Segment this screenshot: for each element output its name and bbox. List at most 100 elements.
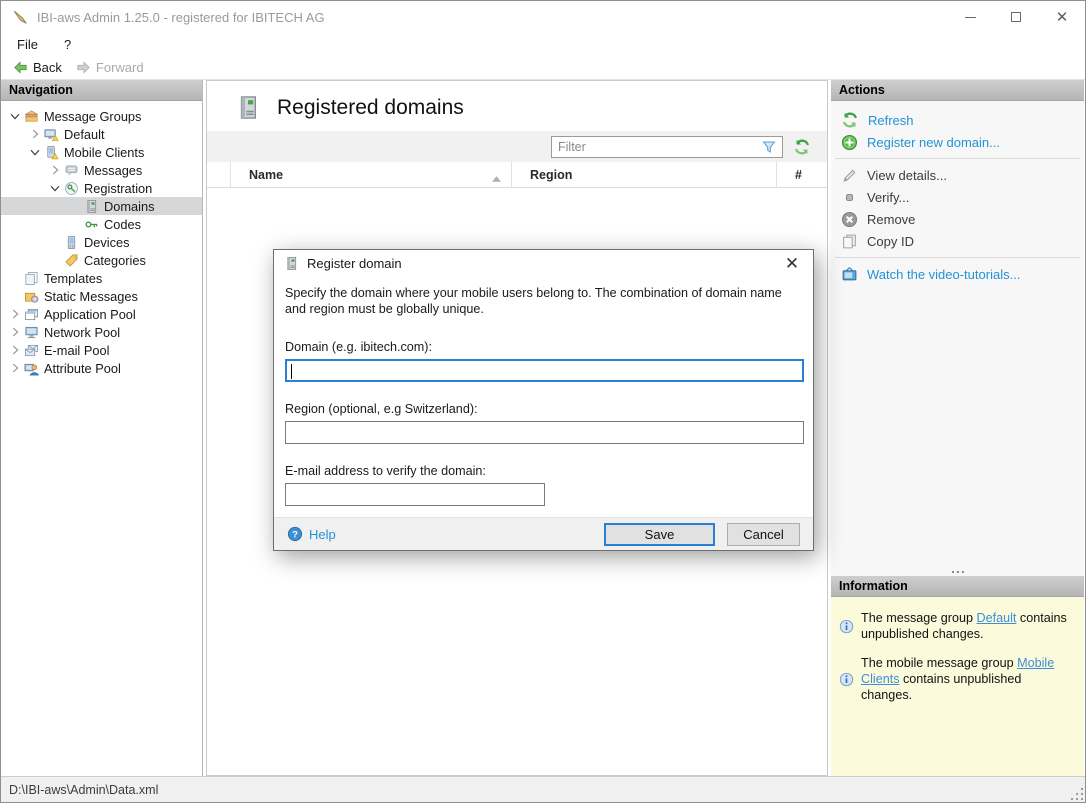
maximize-button[interactable]	[993, 1, 1039, 33]
nav-item-label: Templates	[44, 271, 102, 286]
help-link[interactable]: ? Help	[287, 526, 592, 542]
network-pool-icon	[23, 324, 40, 340]
panel-splitter[interactable]	[831, 568, 1084, 576]
action-watch-the-video-tutorials[interactable]: Watch the video-tutorials...	[831, 263, 1084, 285]
close-button[interactable]: ✕	[1039, 1, 1085, 33]
title-bar[interactable]: IBI-aws Admin 1.25.0 - registered for IB…	[1, 1, 1085, 33]
email-pool-icon	[23, 342, 40, 358]
nav-item-default[interactable]: Default	[1, 125, 202, 143]
action-copy-id[interactable]: Copy ID	[831, 230, 1084, 252]
column-header-name[interactable]: Name	[231, 162, 512, 187]
nav-item-mobile-clients[interactable]: Mobile Clients	[1, 143, 202, 161]
email-field	[285, 483, 545, 506]
menu-file[interactable]: File	[17, 37, 38, 52]
resize-grip[interactable]	[1070, 787, 1083, 800]
tree-expander-spacer	[47, 234, 63, 250]
maximize-icon	[1011, 12, 1021, 22]
nav-item-label: Static Messages	[44, 289, 138, 304]
dialog-title: Register domain	[307, 256, 773, 271]
menu-bar: File ?	[1, 33, 1085, 56]
tree-expander-spacer	[7, 270, 23, 286]
attribute-pool-icon	[23, 360, 40, 376]
tree-expander-expanded-icon[interactable]	[7, 108, 23, 124]
registered-domains-icon	[235, 94, 261, 121]
filter-input[interactable]	[552, 140, 761, 154]
info-link-default[interactable]: Default	[977, 611, 1017, 625]
nav-item-message-groups[interactable]: Message Groups	[1, 107, 202, 125]
forward-button[interactable]: Forward	[72, 58, 148, 77]
svg-text:?: ?	[292, 529, 298, 540]
forward-icon	[76, 60, 91, 75]
nav-item-messages[interactable]: Messages	[1, 161, 202, 179]
text-caret	[291, 364, 292, 379]
info-icon	[839, 656, 854, 703]
nav-item-categories[interactable]: Categories	[1, 251, 202, 269]
tree-expander-collapsed-icon[interactable]	[7, 306, 23, 322]
info-item: The message group Default contains unpub…	[831, 597, 1084, 642]
menu-help[interactable]: ?	[64, 37, 71, 52]
info-text: The mobile message group Mobile Clients …	[861, 655, 1074, 703]
message-groups-icon	[23, 108, 40, 124]
action-remove[interactable]: Remove	[831, 208, 1084, 230]
close-icon: ✕	[1056, 8, 1069, 26]
minimize-button[interactable]	[947, 1, 993, 33]
action-label: Verify...	[867, 190, 909, 205]
information-list: The message group Default contains unpub…	[831, 597, 1084, 704]
help-icon: ?	[287, 526, 303, 542]
column-label: #	[795, 168, 802, 182]
filter-bar	[207, 131, 827, 162]
dialog-title-bar[interactable]: Register domain ✕	[274, 250, 813, 277]
domains-icon	[83, 198, 100, 214]
nav-item-registration[interactable]: Registration	[1, 179, 202, 197]
nav-item-application-pool[interactable]: Application Pool	[1, 305, 202, 323]
nav-item-e-mail-pool[interactable]: E-mail Pool	[1, 341, 202, 359]
tv-icon	[841, 266, 858, 283]
column-header-count[interactable]: #	[777, 162, 827, 187]
page-title: Registered domains	[277, 96, 464, 120]
save-button[interactable]: Save	[604, 523, 715, 546]
nav-item-codes[interactable]: Codes	[1, 215, 202, 233]
nav-item-network-pool[interactable]: Network Pool	[1, 323, 202, 341]
action-label: Watch the video-tutorials...	[867, 267, 1020, 282]
email-field-label: E-mail address to verify the domain:	[285, 464, 802, 478]
filter-icon[interactable]	[761, 139, 777, 155]
tree-expander-collapsed-icon[interactable]	[47, 162, 63, 178]
action-view-details[interactable]: View details...	[831, 164, 1084, 186]
email-input[interactable]	[286, 484, 544, 505]
back-icon	[13, 60, 28, 75]
tree-expander-collapsed-icon[interactable]	[7, 324, 23, 340]
registration-icon	[63, 180, 80, 196]
action-refresh[interactable]: Refresh	[831, 109, 1084, 131]
region-field	[285, 421, 804, 444]
cancel-button[interactable]: Cancel	[727, 523, 800, 546]
column-header-region[interactable]: Region	[512, 162, 777, 187]
dialog-title-icon	[284, 256, 299, 271]
status-path: D:\IBI-aws\Admin\Data.xml	[9, 783, 158, 797]
region-input[interactable]	[286, 422, 803, 443]
domain-field-label: Domain (e.g. ibitech.com):	[285, 340, 802, 354]
tree-expander-spacer	[7, 288, 23, 304]
nav-item-domains[interactable]: Domains	[1, 197, 202, 215]
domain-input[interactable]	[287, 361, 802, 380]
tree-expander-collapsed-icon[interactable]	[7, 360, 23, 376]
nav-item-templates[interactable]: Templates	[1, 269, 202, 287]
row-selector-column	[207, 162, 231, 187]
back-button[interactable]: Back	[9, 58, 66, 77]
nav-item-devices[interactable]: Devices	[1, 233, 202, 251]
refresh-icon[interactable]	[793, 138, 811, 156]
nav-item-static-messages[interactable]: Static Messages	[1, 287, 202, 305]
refresh-icon	[841, 111, 859, 129]
toolbar: Back Forward	[1, 56, 1085, 80]
action-verify[interactable]: Verify...	[831, 186, 1084, 208]
dialog-close-icon[interactable]: ✕	[781, 254, 803, 274]
computer-warning-icon	[43, 126, 60, 142]
information-header: Information	[831, 576, 1084, 597]
tree-expander-expanded-icon[interactable]	[27, 144, 43, 160]
tree-expander-collapsed-icon[interactable]	[27, 126, 43, 142]
tree-expander-expanded-icon[interactable]	[47, 180, 63, 196]
window-title: IBI-aws Admin 1.25.0 - registered for IB…	[37, 10, 325, 25]
action-register-new-domain[interactable]: Register new domain...	[831, 131, 1084, 153]
nav-item-attribute-pool[interactable]: Attribute Pool	[1, 359, 202, 377]
information-panel: Information The message group Default co…	[831, 576, 1084, 776]
tree-expander-collapsed-icon[interactable]	[7, 342, 23, 358]
